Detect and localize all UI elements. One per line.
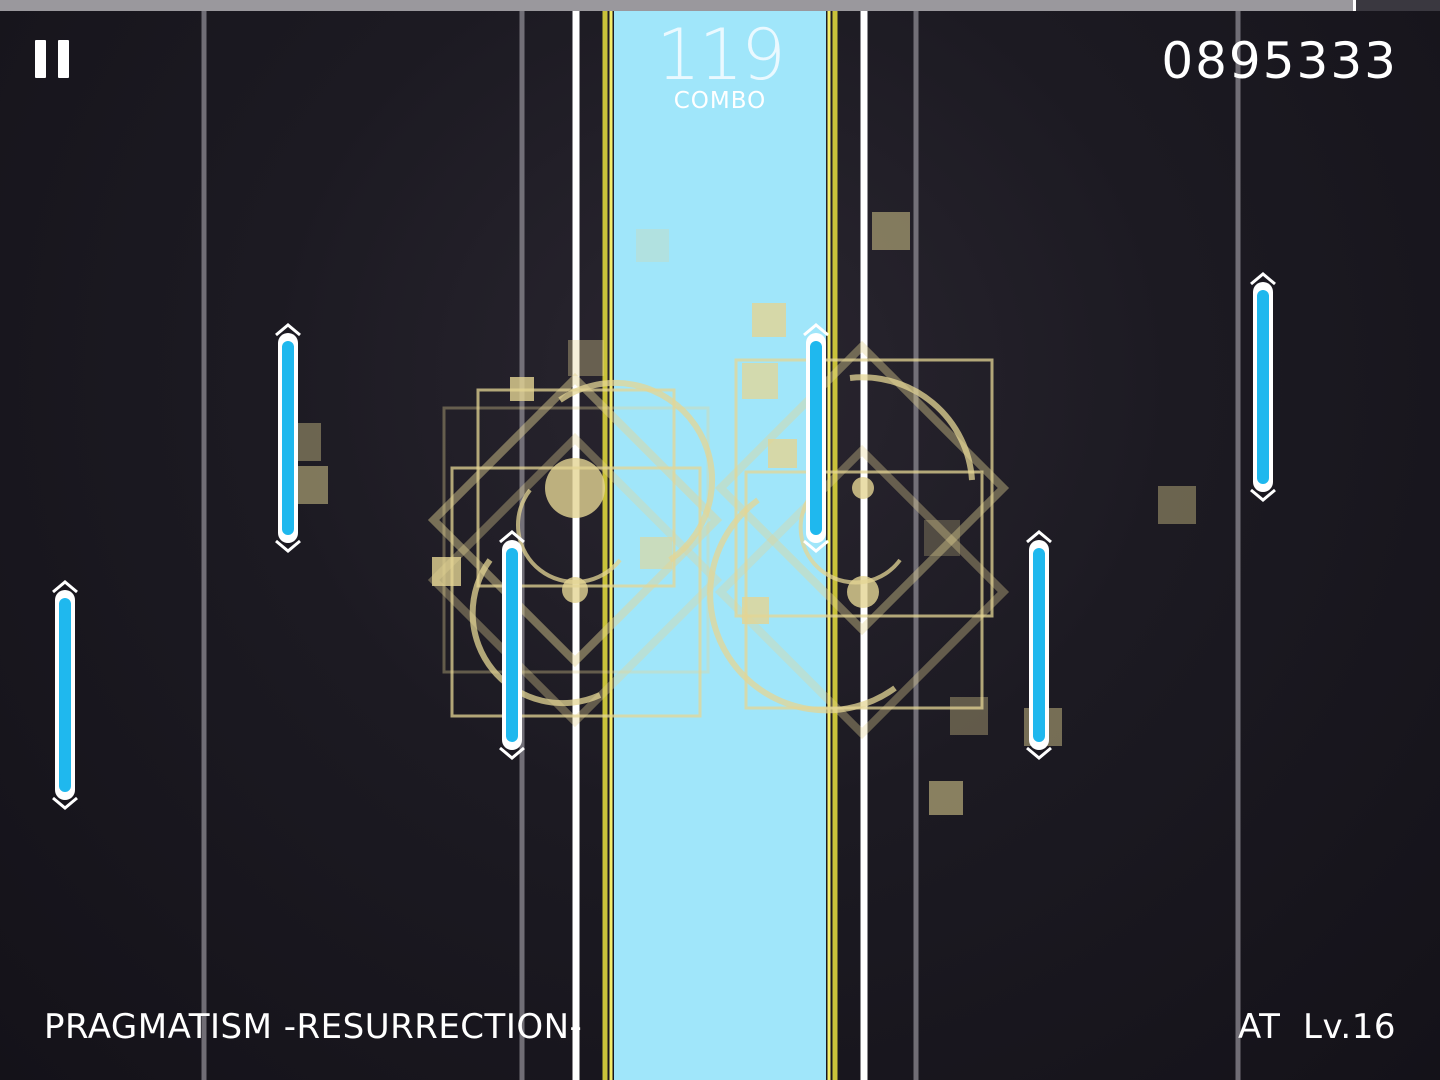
song-progress-fill <box>0 0 1354 11</box>
song-progress-track <box>0 0 1440 11</box>
score: 0895333 <box>1161 32 1398 90</box>
hold-note-lane-3 <box>499 530 525 760</box>
combo-label: COMBO <box>673 88 767 114</box>
hold-note-lane-7 <box>1250 272 1276 502</box>
hold-note-lane-2 <box>275 323 301 553</box>
hold-note-lane-6 <box>1026 530 1052 760</box>
song-title: PRAGMATISM -RESURRECTION- <box>44 1007 583 1047</box>
song-progress-marker <box>1352 0 1356 11</box>
combo-count: 119 <box>656 14 786 96</box>
pause-button[interactable] <box>34 40 70 80</box>
playfield <box>52 11 1276 1080</box>
hold-note-lane-1 <box>52 580 78 810</box>
difficulty-level: AT Lv.16 <box>1238 1007 1396 1047</box>
hold-note-lane-5 <box>803 323 829 553</box>
